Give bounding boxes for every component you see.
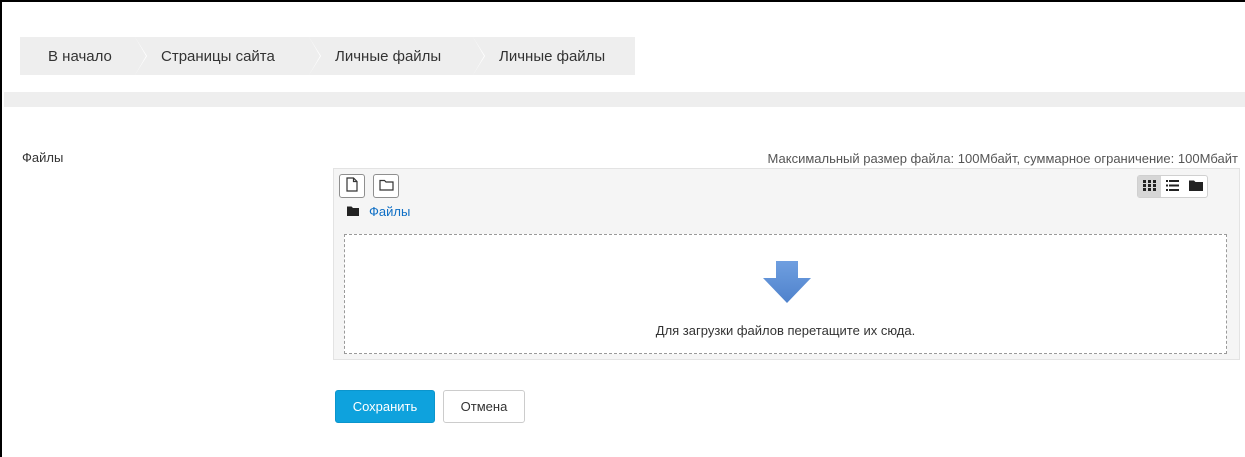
view-icons-button[interactable] (1138, 176, 1161, 197)
path-link-files[interactable]: Файлы (369, 204, 410, 219)
file-dropzone[interactable]: Для загрузки файлов перетащите их сюда. (344, 234, 1227, 354)
save-button[interactable]: Сохранить (335, 390, 435, 423)
page-frame: В начало Страницы сайта Личные файлы Лич… (0, 0, 1245, 457)
folder-outline-icon (378, 179, 394, 194)
breadcrumb-arrow (473, 37, 484, 75)
breadcrumb-item-home[interactable]: В начало (20, 37, 147, 75)
header-divider-band (4, 92, 1245, 107)
breadcrumb-arrow (309, 37, 320, 75)
breadcrumb: В начало Страницы сайта Личные файлы Лич… (20, 37, 635, 75)
download-arrow-icon (763, 261, 811, 306)
breadcrumb-label: Личные файлы (335, 47, 442, 65)
files-field-label: Файлы (22, 150, 64, 165)
breadcrumb-item-private-files[interactable]: Личные файлы (309, 37, 485, 75)
file-icon (346, 177, 358, 195)
file-path-bar: Файлы (347, 204, 410, 219)
list-icon (1166, 179, 1179, 194)
breadcrumb-label: В начало (48, 47, 112, 65)
folder-tree-icon (1188, 179, 1203, 194)
folder-icon (347, 204, 359, 219)
view-tree-button[interactable] (1184, 176, 1207, 197)
view-list-button[interactable] (1161, 176, 1184, 197)
view-mode-switcher (1137, 175, 1208, 198)
breadcrumb-label: Страницы сайта (161, 47, 275, 65)
breadcrumb-label: Личные файлы (499, 47, 606, 65)
create-folder-button[interactable] (373, 174, 399, 198)
breadcrumb-arrow (135, 37, 146, 75)
file-size-limits: Максимальный размер файла: 100Мбайт, сум… (767, 151, 1238, 166)
cancel-button[interactable]: Отмена (443, 390, 525, 423)
add-file-button[interactable] (339, 174, 365, 198)
breadcrumb-item-current[interactable]: Личные файлы (473, 37, 635, 75)
dropzone-hint: Для загрузки файлов перетащите их сюда. (655, 323, 916, 338)
breadcrumb-item-site-pages[interactable]: Страницы сайта (135, 37, 321, 75)
grid-icon (1143, 179, 1156, 194)
